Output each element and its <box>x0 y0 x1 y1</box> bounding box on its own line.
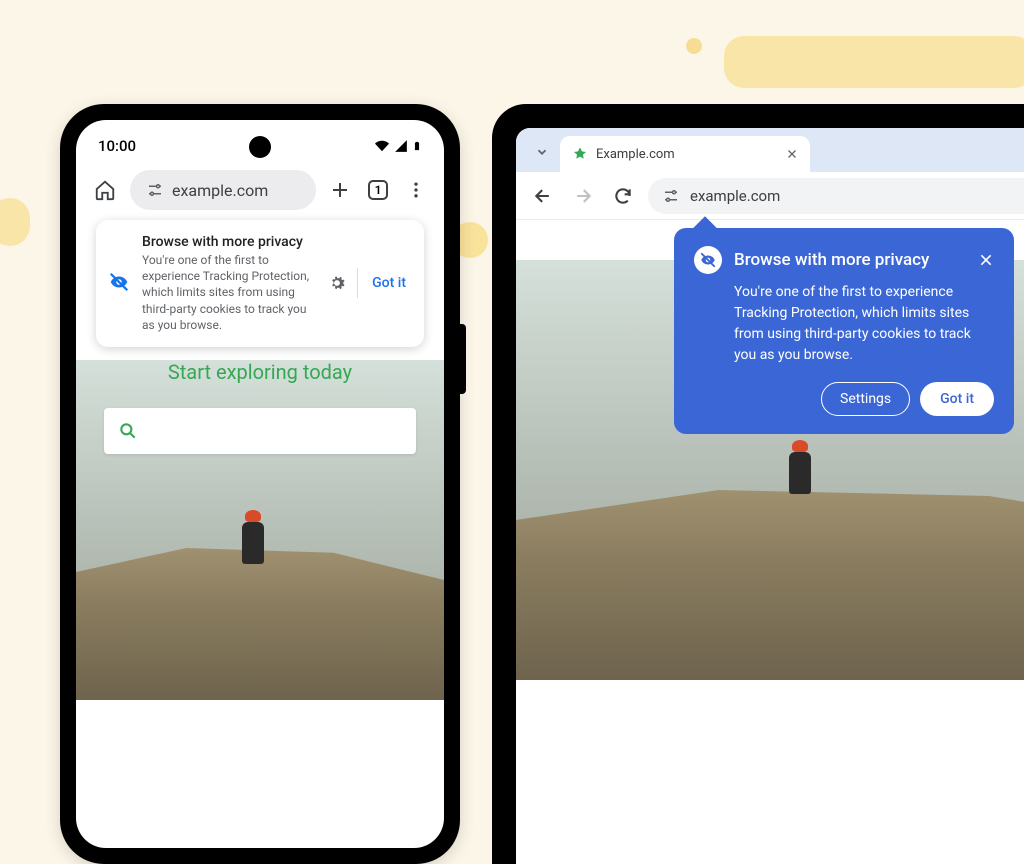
new-tab-button[interactable] <box>326 176 354 204</box>
tracking-protection-callout: Browse with more privacy You're one of t… <box>674 228 1014 434</box>
tracking-protection-notification: Browse with more privacy You're one of t… <box>96 220 424 347</box>
home-icon <box>94 179 116 201</box>
search-icon <box>118 421 138 441</box>
phone-camera <box>249 136 271 158</box>
desktop-screen: Example.com example.com <box>516 128 1024 864</box>
notification-title: Browse with more privacy <box>142 234 317 250</box>
divider <box>357 268 358 298</box>
favicon-icon <box>572 146 588 162</box>
forward-button[interactable] <box>568 181 598 211</box>
address-bar[interactable]: example.com <box>130 170 316 210</box>
eye-off-icon <box>108 271 132 295</box>
eye-off-icon <box>694 246 722 274</box>
wifi-icon <box>374 139 390 153</box>
chevron-down-icon <box>535 145 549 159</box>
browser-toolbar: example.com <box>516 172 1024 220</box>
tabs-count: 1 <box>368 180 388 200</box>
arrow-left-icon <box>533 186 553 206</box>
callout-body: You're one of the first to experience Tr… <box>694 282 994 366</box>
got-it-button[interactable]: Got it <box>366 271 412 295</box>
phone-device-frame: 10:00 example.com 1 <box>60 104 460 864</box>
phone-screen: 10:00 example.com 1 <box>76 120 444 848</box>
reload-icon <box>613 186 633 206</box>
tab-title: Example.com <box>596 147 778 162</box>
callout-title: Browse with more privacy <box>734 250 966 270</box>
decorative-dot <box>686 38 702 54</box>
close-icon <box>786 148 798 160</box>
close-icon <box>978 252 994 268</box>
tab-search-button[interactable] <box>528 138 556 166</box>
gear-icon <box>327 273 347 293</box>
tune-icon <box>662 187 680 205</box>
decorative-bar <box>724 36 1024 88</box>
settings-button[interactable]: Settings <box>821 382 910 416</box>
url-text: example.com <box>690 187 780 205</box>
back-button[interactable] <box>528 181 558 211</box>
decorative-bar <box>0 198 30 246</box>
address-bar[interactable]: example.com <box>648 178 1024 214</box>
reload-button[interactable] <box>608 181 638 211</box>
signal-icon <box>394 139 408 153</box>
tune-icon <box>146 181 164 199</box>
home-button[interactable] <box>90 175 120 205</box>
browser-tab[interactable]: Example.com <box>560 136 810 172</box>
arrow-right-icon <box>573 186 593 206</box>
status-time: 10:00 <box>98 137 136 155</box>
phone-toolbar: example.com 1 <box>76 164 444 220</box>
notification-body: You're one of the first to experience Tr… <box>142 252 317 333</box>
more-vert-icon <box>406 180 426 200</box>
close-tab-button[interactable] <box>786 148 798 160</box>
page-search-input[interactable] <box>104 408 416 454</box>
settings-button[interactable] <box>327 273 349 293</box>
battery-icon <box>412 138 422 154</box>
url-text: example.com <box>172 181 268 200</box>
status-icons <box>374 138 422 154</box>
tab-strip: Example.com <box>516 128 1024 172</box>
desktop-device-frame: Example.com example.com <box>492 104 1024 864</box>
plus-icon <box>328 178 352 202</box>
tabs-button[interactable]: 1 <box>364 176 392 204</box>
got-it-button[interactable]: Got it <box>920 382 994 416</box>
close-button[interactable] <box>978 252 994 268</box>
overflow-menu-button[interactable] <box>402 176 430 204</box>
